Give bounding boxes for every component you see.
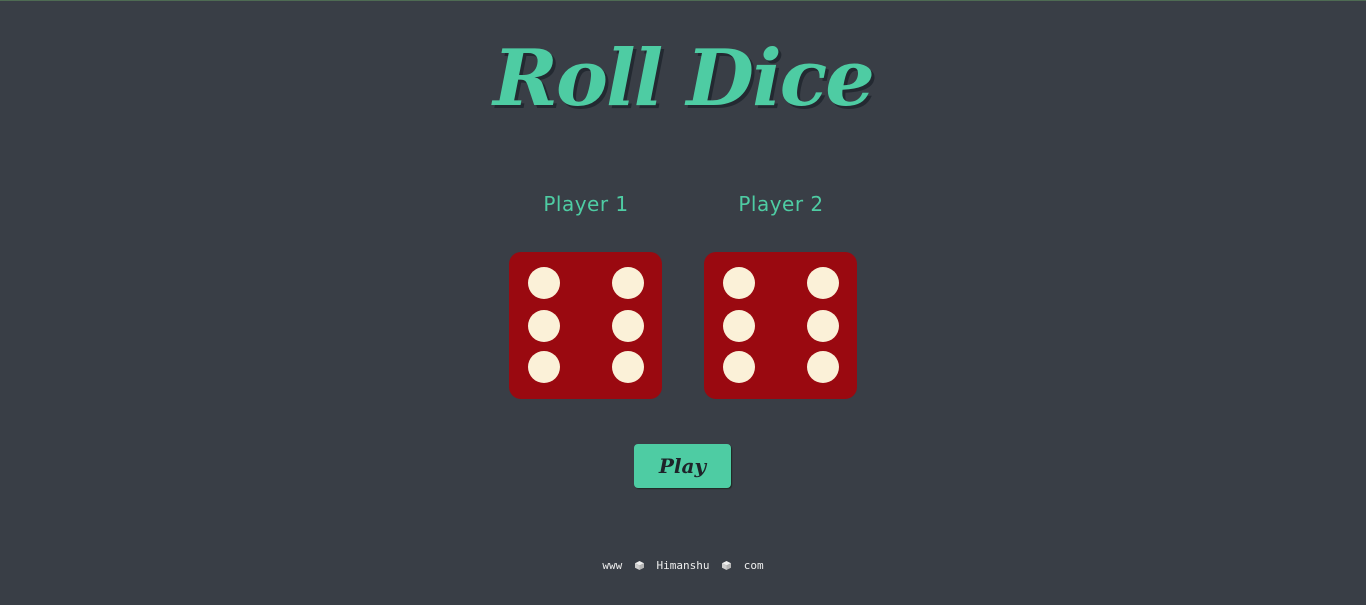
die-pip bbox=[528, 351, 560, 383]
dice-icon bbox=[722, 560, 732, 570]
player-1-die bbox=[509, 252, 662, 399]
dice-icon bbox=[634, 560, 644, 570]
die-pip bbox=[528, 267, 560, 299]
die-pip bbox=[723, 310, 755, 342]
die-pip bbox=[723, 267, 755, 299]
footer-name: Himanshu bbox=[656, 558, 710, 572]
player-1-label: Player 1 bbox=[543, 192, 629, 216]
die-pip bbox=[612, 267, 644, 299]
play-button[interactable]: Play bbox=[634, 444, 731, 488]
footer: www Himanshu com bbox=[0, 558, 1366, 572]
die-pip bbox=[807, 310, 839, 342]
die-pip bbox=[807, 267, 839, 299]
die-pip bbox=[612, 310, 644, 342]
die-pip bbox=[807, 351, 839, 383]
footer-www: www bbox=[602, 558, 623, 572]
player-2-label: Player 2 bbox=[738, 192, 824, 216]
top-border bbox=[0, 0, 1366, 1]
footer-com: com bbox=[743, 558, 764, 572]
die-pip bbox=[723, 351, 755, 383]
die-pip bbox=[612, 351, 644, 383]
page-title: Roll Dice bbox=[493, 33, 875, 124]
player-2-die bbox=[704, 252, 857, 399]
die-pip bbox=[528, 310, 560, 342]
